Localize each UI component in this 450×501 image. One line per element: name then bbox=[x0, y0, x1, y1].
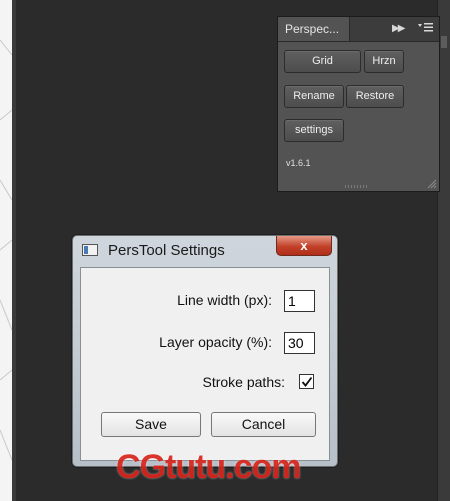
save-button[interactable]: Save bbox=[101, 412, 201, 437]
document-canvas-edge bbox=[0, 0, 12, 501]
grid-button[interactable]: Grid bbox=[284, 50, 361, 73]
sketch-lines-graphic bbox=[0, 39, 12, 461]
hrzn-button[interactable]: Hrzn bbox=[364, 50, 404, 73]
resize-grip-icon[interactable] bbox=[427, 179, 437, 189]
restore-button[interactable]: Restore bbox=[346, 85, 404, 108]
dialog-titlebar[interactable]: PersTool Settings x bbox=[73, 236, 337, 266]
panel-header: Perspec... ▶▶ bbox=[278, 17, 439, 42]
perspective-tool-panel: Perspec... ▶▶ Grid Hrzn Rename Restore s… bbox=[277, 16, 440, 192]
checkmark-icon bbox=[301, 376, 313, 387]
collapse-arrows-icon[interactable]: ▶▶ bbox=[392, 21, 405, 37]
watermark-logo: CGtutu.com bbox=[116, 448, 302, 486]
layer-opacity-label: Layer opacity (%): bbox=[159, 334, 272, 350]
cancel-button[interactable]: Cancel bbox=[211, 412, 316, 437]
app-window-icon bbox=[82, 244, 98, 256]
layer-opacity-input[interactable]: 30 bbox=[284, 332, 315, 354]
stroke-paths-checkbox[interactable] bbox=[299, 374, 314, 389]
line-width-label: Line width (px): bbox=[177, 292, 272, 308]
stroke-paths-label: Stroke paths: bbox=[202, 374, 286, 390]
version-label: v1.6.1 bbox=[286, 158, 311, 168]
panel-menu-icon[interactable] bbox=[418, 21, 434, 39]
dialog-title: PersTool Settings bbox=[108, 242, 225, 259]
rename-button[interactable]: Rename bbox=[284, 85, 344, 108]
perstool-settings-dialog: PersTool Settings x Line width (px): 1 L… bbox=[72, 235, 338, 467]
panel-tab[interactable]: Perspec... bbox=[278, 17, 350, 41]
dialog-content: Line width (px): 1 Layer opacity (%): 30… bbox=[80, 267, 330, 461]
close-button[interactable]: x bbox=[276, 236, 332, 256]
dock-grip[interactable] bbox=[441, 36, 447, 48]
workspace-divider bbox=[12, 0, 16, 501]
settings-button[interactable]: settings bbox=[284, 119, 344, 142]
panel-drag-grip[interactable] bbox=[345, 185, 369, 188]
line-width-input[interactable]: 1 bbox=[284, 290, 315, 312]
